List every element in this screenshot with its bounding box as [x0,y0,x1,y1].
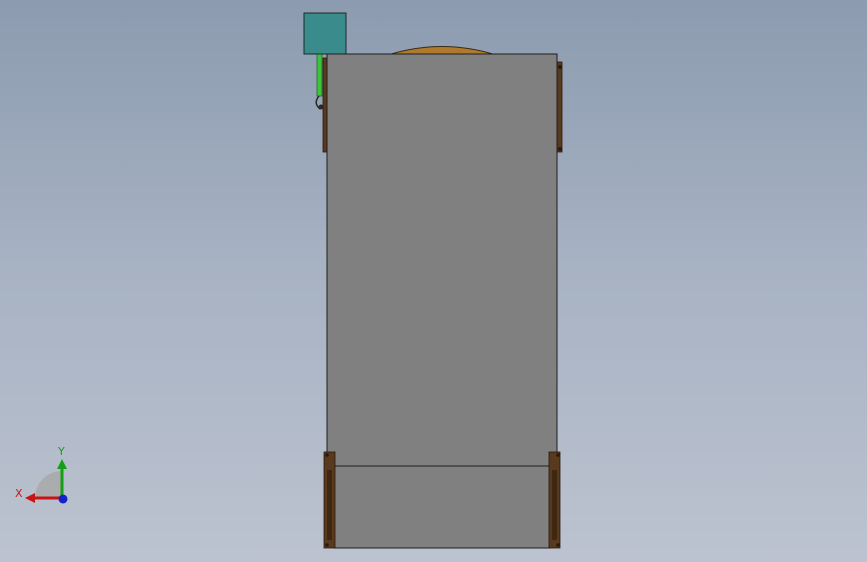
triad-x-label: X [15,487,23,500]
model-upper-right-bar[interactable] [556,61,563,153]
model-base[interactable] [333,465,551,549]
cad-model[interactable] [303,12,563,549]
triad-y-label: Y [57,445,65,458]
3d-viewport[interactable]: Y X [0,0,867,562]
model-motor-box[interactable] [303,12,347,55]
model-main-body[interactable] [326,53,558,467]
triad-z-axis [58,494,68,504]
model-left-leg[interactable] [323,451,336,549]
model-right-leg[interactable] [548,451,561,549]
